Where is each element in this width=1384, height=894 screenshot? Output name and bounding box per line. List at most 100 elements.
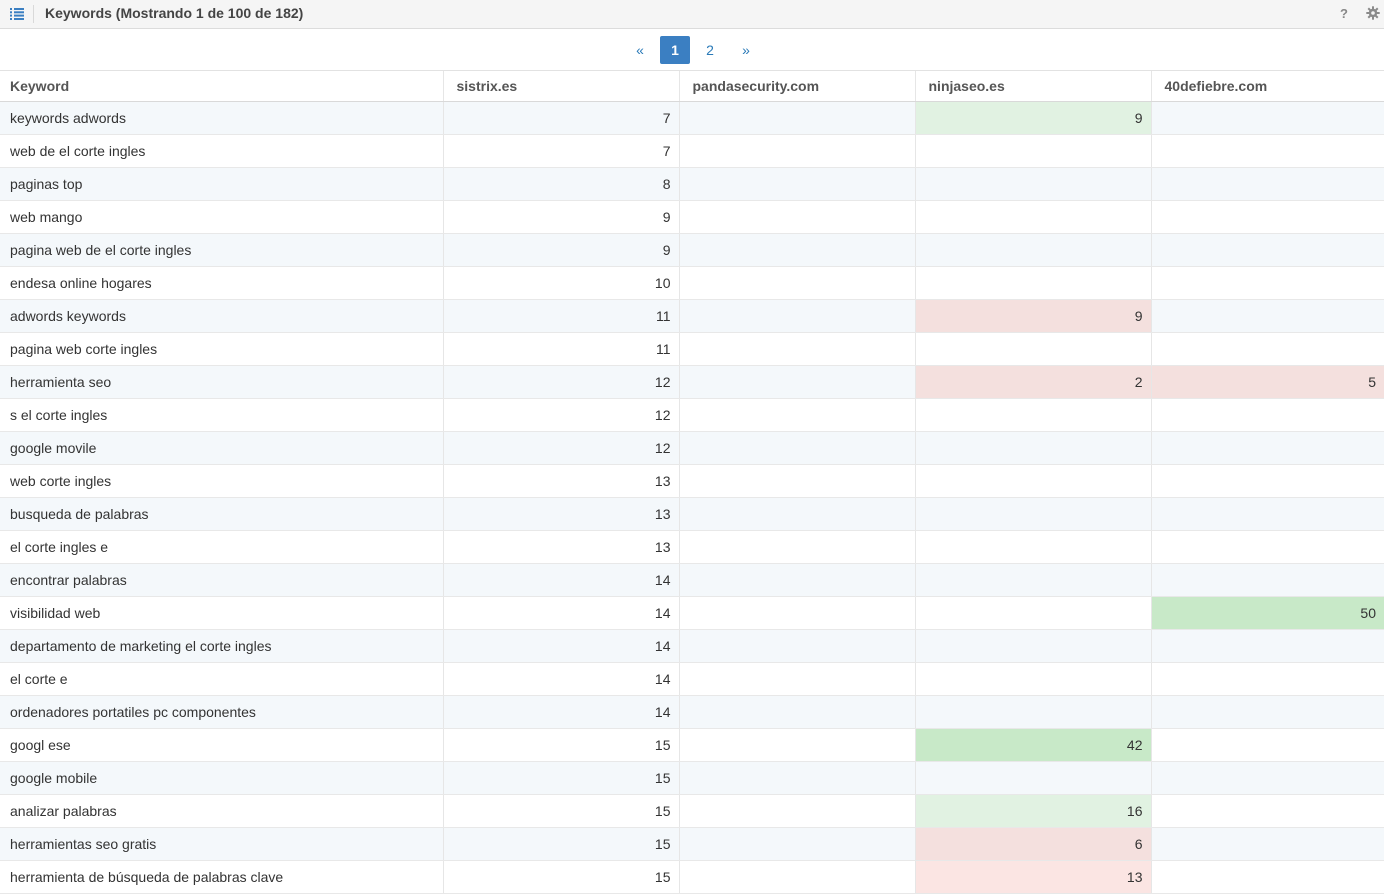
table-row[interactable]: el corte e 14 bbox=[0, 662, 1384, 696]
pandasecurity-cell bbox=[678, 398, 915, 432]
sistrix-cell: 11 bbox=[442, 299, 679, 333]
table-row[interactable]: googl ese 15 42 bbox=[0, 728, 1384, 762]
pandasecurity-cell bbox=[678, 497, 915, 531]
40defiebre-cell bbox=[1150, 530, 1384, 564]
keyword-cell[interactable]: endesa online hogares bbox=[0, 266, 443, 300]
pandasecurity-cell bbox=[678, 761, 915, 795]
keyword-cell[interactable]: el corte e bbox=[0, 662, 443, 696]
40defiebre-cell bbox=[1150, 563, 1384, 597]
sistrix-cell: 15 bbox=[442, 761, 679, 795]
ninjaseo-cell bbox=[914, 629, 1151, 663]
table-row[interactable]: visibilidad web 14 50 bbox=[0, 596, 1384, 630]
ninjaseo-cell bbox=[914, 431, 1151, 465]
keyword-cell[interactable]: herramientas seo gratis bbox=[0, 827, 443, 861]
keyword-cell[interactable]: web de el corte ingles bbox=[0, 134, 443, 168]
keyword-cell[interactable]: herramienta seo bbox=[0, 365, 443, 399]
column-header-pandasecurity[interactable]: pandasecurity.com bbox=[678, 71, 915, 102]
keyword-cell[interactable]: keywords adwords bbox=[0, 101, 443, 135]
keyword-cell[interactable]: pagina web corte ingles bbox=[0, 332, 443, 366]
ninjaseo-cell bbox=[914, 200, 1151, 234]
table-row[interactable]: google mobile 15 bbox=[0, 761, 1384, 795]
sistrix-cell: 15 bbox=[442, 728, 679, 762]
pagination-page-2[interactable]: 2 bbox=[696, 36, 724, 64]
keyword-cell[interactable]: herramienta de búsqueda de palabras clav… bbox=[0, 860, 443, 894]
column-header-ninjaseo[interactable]: ninjaseo.es bbox=[914, 71, 1151, 102]
table-row[interactable]: pagina web de el corte ingles 9 bbox=[0, 233, 1384, 267]
table-row[interactable]: herramienta de búsqueda de palabras clav… bbox=[0, 860, 1384, 894]
table-row[interactable]: s el corte ingles 12 bbox=[0, 398, 1384, 432]
ninjaseo-cell: 9 bbox=[914, 299, 1151, 333]
title-divider bbox=[33, 5, 34, 23]
pandasecurity-cell bbox=[678, 266, 915, 300]
help-icon[interactable]: ? bbox=[1340, 6, 1348, 21]
table-row[interactable]: el corte ingles e 13 bbox=[0, 530, 1384, 564]
table-row[interactable]: herramientas seo gratis 15 6 bbox=[0, 827, 1384, 861]
sistrix-cell: 15 bbox=[442, 794, 679, 828]
sistrix-cell: 12 bbox=[442, 431, 679, 465]
keyword-cell[interactable]: el corte ingles e bbox=[0, 530, 443, 564]
keyword-cell[interactable]: paginas top bbox=[0, 167, 443, 201]
ninjaseo-cell bbox=[914, 530, 1151, 564]
pandasecurity-cell bbox=[678, 134, 915, 168]
40defiebre-cell bbox=[1150, 332, 1384, 366]
pagination-next[interactable]: » bbox=[732, 36, 760, 64]
table-row[interactable]: pagina web corte ingles 11 bbox=[0, 332, 1384, 366]
ninjaseo-cell: 42 bbox=[914, 728, 1151, 762]
keyword-cell[interactable]: visibilidad web bbox=[0, 596, 443, 630]
keyword-cell[interactable]: adwords keywords bbox=[0, 299, 443, 333]
40defiebre-cell bbox=[1150, 464, 1384, 498]
sistrix-cell: 15 bbox=[442, 827, 679, 861]
table-row[interactable]: ordenadores portatiles pc componentes 14 bbox=[0, 695, 1384, 729]
40defiebre-cell: 50 bbox=[1150, 596, 1384, 630]
40defiebre-cell bbox=[1150, 629, 1384, 663]
list-icon[interactable] bbox=[10, 8, 24, 20]
40defiebre-cell bbox=[1150, 266, 1384, 300]
table-row[interactable]: busqueda de palabras 13 bbox=[0, 497, 1384, 531]
column-header-sistrix[interactable]: sistrix.es bbox=[442, 71, 679, 102]
keyword-cell[interactable]: departamento de marketing el corte ingle… bbox=[0, 629, 443, 663]
table-row[interactable]: web corte ingles 13 bbox=[0, 464, 1384, 498]
40defiebre-cell bbox=[1150, 101, 1384, 135]
pagination-prev[interactable]: « bbox=[626, 36, 654, 64]
ninjaseo-cell: 2 bbox=[914, 365, 1151, 399]
column-header-40defiebre[interactable]: 40defiebre.com bbox=[1150, 71, 1384, 102]
table-row[interactable]: adwords keywords 11 9 bbox=[0, 299, 1384, 333]
keyword-cell[interactable]: busqueda de palabras bbox=[0, 497, 443, 531]
keyword-cell[interactable]: google mobile bbox=[0, 761, 443, 795]
keyword-cell[interactable]: pagina web de el corte ingles bbox=[0, 233, 443, 267]
pandasecurity-cell bbox=[678, 530, 915, 564]
40defiebre-cell bbox=[1150, 167, 1384, 201]
table-row[interactable]: web mango 9 bbox=[0, 200, 1384, 234]
table-row[interactable]: web de el corte ingles 7 bbox=[0, 134, 1384, 168]
sistrix-cell: 7 bbox=[442, 134, 679, 168]
table-row[interactable]: keywords adwords 7 9 bbox=[0, 101, 1384, 135]
table-row[interactable]: paginas top 8 bbox=[0, 167, 1384, 201]
keywords-table: Keyword sistrix.es pandasecurity.com nin… bbox=[0, 71, 1384, 894]
keyword-cell[interactable]: googl ese bbox=[0, 728, 443, 762]
table-row[interactable]: google movile 12 bbox=[0, 431, 1384, 465]
keyword-cell[interactable]: encontrar palabras bbox=[0, 563, 443, 597]
table-row[interactable]: analizar palabras 15 16 bbox=[0, 794, 1384, 828]
keyword-cell[interactable]: web mango bbox=[0, 200, 443, 234]
table-row[interactable]: endesa online hogares 10 bbox=[0, 266, 1384, 300]
table-row[interactable]: encontrar palabras 14 bbox=[0, 563, 1384, 597]
ninjaseo-cell bbox=[914, 266, 1151, 300]
keyword-cell[interactable]: s el corte ingles bbox=[0, 398, 443, 432]
40defiebre-cell bbox=[1150, 299, 1384, 333]
table-row[interactable]: herramienta seo 12 2 5 bbox=[0, 365, 1384, 399]
column-header-keyword[interactable]: Keyword bbox=[0, 71, 443, 102]
keyword-cell[interactable]: web corte ingles bbox=[0, 464, 443, 498]
table-row[interactable]: departamento de marketing el corte ingle… bbox=[0, 629, 1384, 663]
pagination-page-1[interactable]: 1 bbox=[660, 36, 690, 64]
panel-header: Keywords (Mostrando 1 de 100 de 182) ? bbox=[0, 0, 1384, 29]
keyword-cell[interactable]: ordenadores portatiles pc componentes bbox=[0, 695, 443, 729]
table-body: keywords adwords 7 9 web de el corte ingles… bbox=[0, 101, 1384, 894]
40defiebre-cell: 5 bbox=[1150, 365, 1384, 399]
gear-icon[interactable] bbox=[1366, 6, 1380, 20]
keyword-cell[interactable]: google movile bbox=[0, 431, 443, 465]
keyword-cell[interactable]: analizar palabras bbox=[0, 794, 443, 828]
ninjaseo-cell bbox=[914, 596, 1151, 630]
40defiebre-cell bbox=[1150, 761, 1384, 795]
table-header-row: Keyword sistrix.es pandasecurity.com nin… bbox=[0, 71, 1384, 102]
40defiebre-cell bbox=[1150, 827, 1384, 861]
